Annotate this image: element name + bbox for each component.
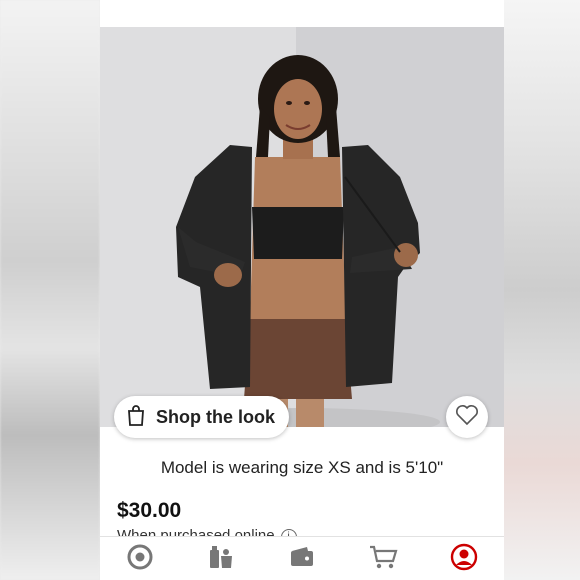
nav-account[interactable]	[444, 539, 484, 579]
phone-screen: Shop the look Model is wearing size XS a…	[100, 0, 504, 580]
cart-icon	[368, 544, 398, 575]
grocery-icon	[207, 544, 235, 575]
blurred-background-right	[504, 0, 580, 580]
blurred-background-left	[0, 0, 100, 580]
shopping-bag-icon	[126, 404, 146, 431]
top-bar	[100, 0, 504, 27]
bottom-navigation	[100, 536, 504, 580]
nav-home[interactable]	[120, 539, 160, 579]
nav-grocery[interactable]	[201, 539, 241, 579]
wallet-icon	[289, 545, 315, 574]
account-icon	[450, 543, 478, 576]
info-icon[interactable]: i	[280, 529, 297, 536]
price-note-text: When purchased online	[117, 527, 275, 536]
nav-wallet[interactable]	[282, 539, 322, 579]
model-photo	[100, 27, 504, 427]
price-note: When purchased online i	[117, 525, 297, 536]
heart-icon	[455, 404, 479, 431]
product-image[interactable]	[100, 27, 504, 427]
model-size-caption: Model is wearing size XS and is 5'10"	[160, 458, 444, 477]
product-price: $30.00	[117, 499, 182, 522]
nav-cart[interactable]	[363, 539, 403, 579]
shop-the-look-button[interactable]: Shop the look	[114, 396, 289, 438]
shop-the-look-label: Shop the look	[156, 406, 275, 427]
favorite-button[interactable]	[446, 396, 488, 438]
target-logo-icon	[127, 544, 153, 575]
